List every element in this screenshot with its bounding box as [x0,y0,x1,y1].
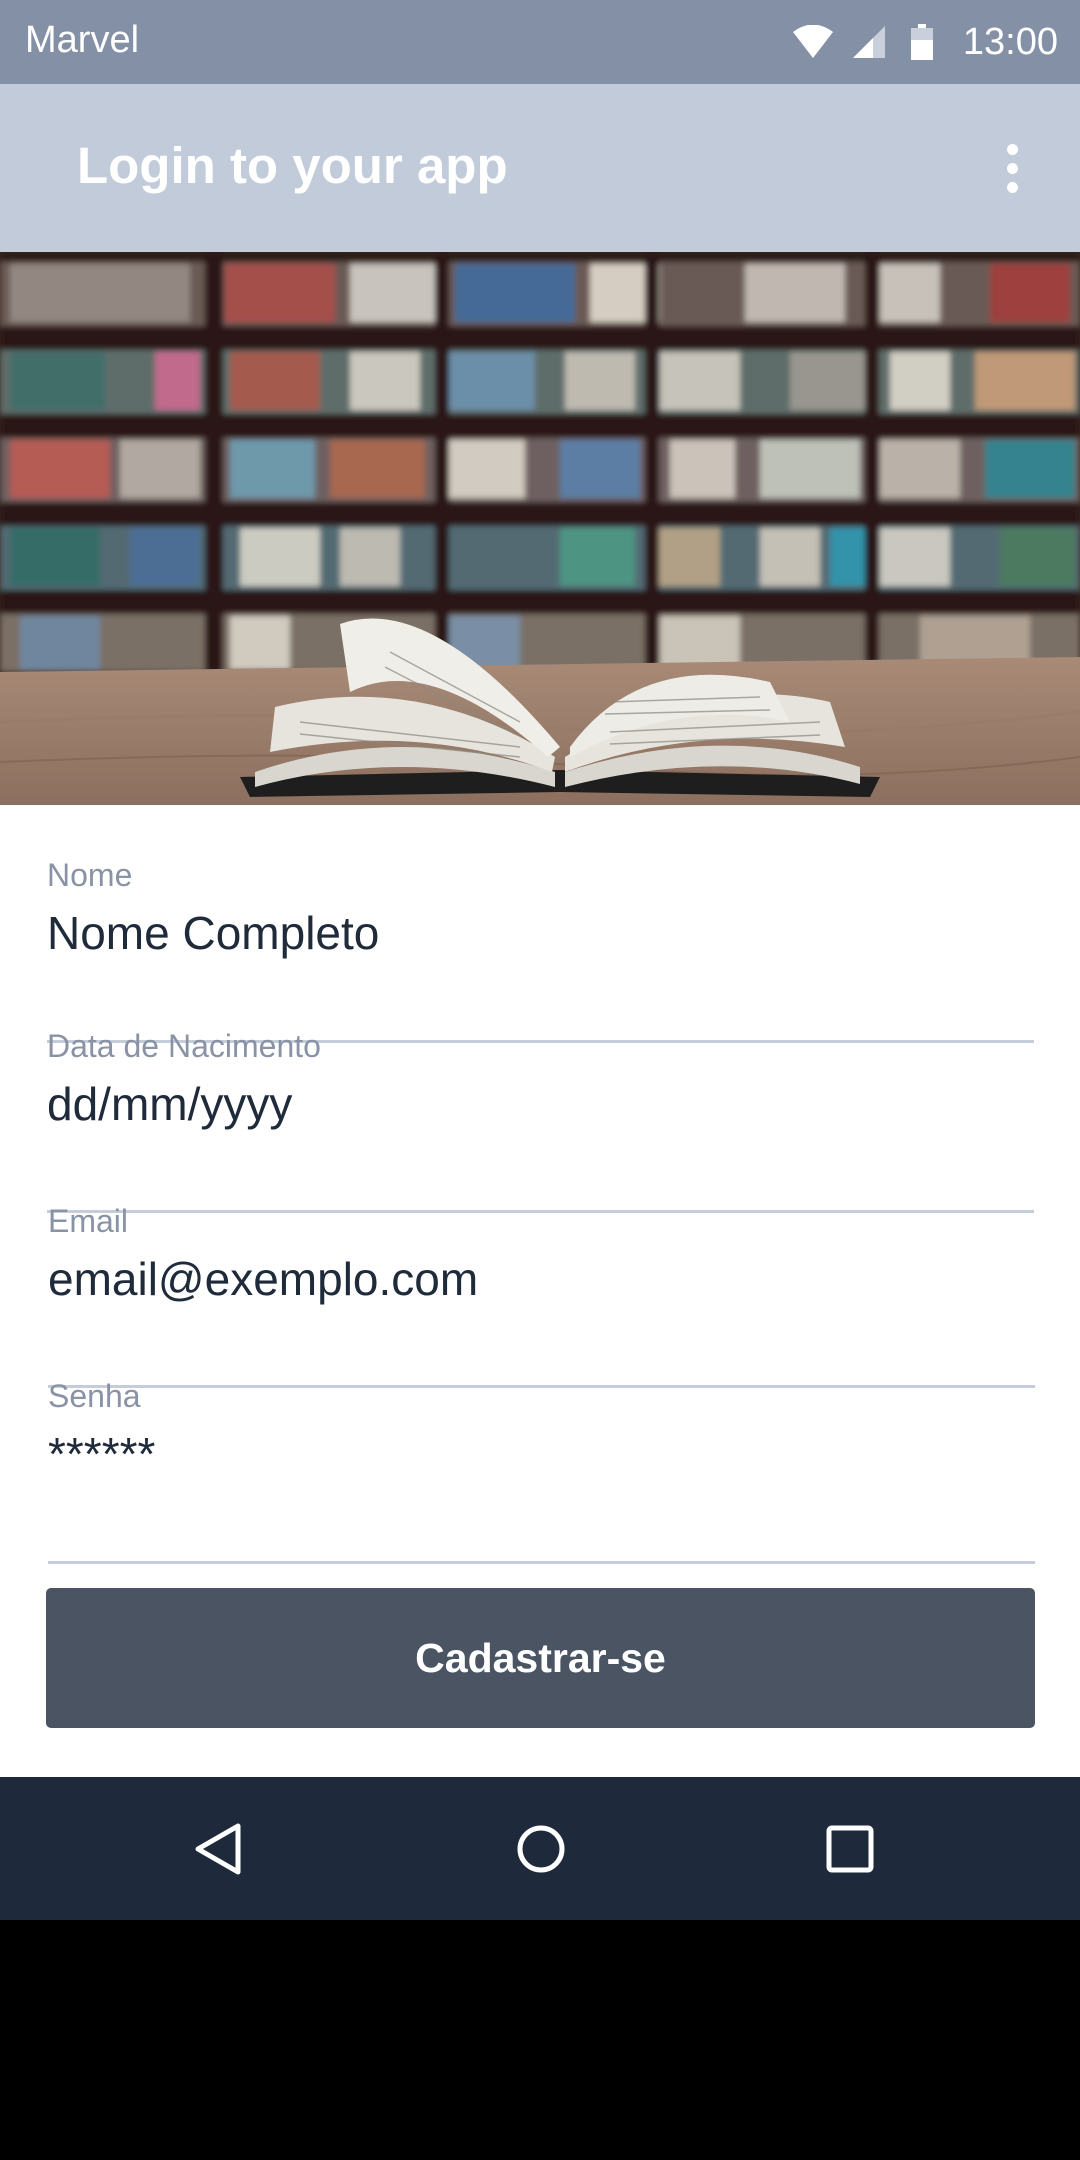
name-label: Nome [47,857,133,893]
name-field[interactable]: Nome Nome Completo [47,857,1034,1043]
more-vert-icon [1006,143,1018,155]
register-button[interactable]: Cadastrar-se [46,1588,1035,1728]
password-underline [48,1561,1035,1564]
more-vert-icon-dot [1006,181,1018,193]
battery-icon [910,24,933,60]
app-title: Login to your app [77,137,508,194]
name-input[interactable]: Nome Completo [47,906,1034,960]
status-icons: 13:00 [792,18,1058,66]
app-bar: Login to your app [0,84,1080,252]
open-book-library-illustration [0,252,1080,805]
clock: 13:00 [962,20,1058,63]
registration-form: Nome Nome Completo Data de Nacimento dd/… [0,805,1080,1777]
email-field[interactable]: Email email@exemplo.com [48,1203,1035,1388]
wifi-icon [792,25,833,58]
birthdate-label: Data de Nacimento [47,1028,321,1064]
status-bar: Marvel 13:00 [0,0,1080,84]
home-button[interactable] [499,1807,583,1891]
screen-bottom-area [0,1920,1080,2160]
recents-button[interactable] [808,1807,892,1891]
more-vert-icon-dot [1006,162,1018,174]
email-label: Email [48,1203,129,1239]
back-button[interactable] [176,1807,260,1891]
birthdate-input[interactable]: dd/mm/yyyy [47,1077,1034,1131]
recents-icon [826,1825,874,1873]
birthdate-field[interactable]: Data de Nacimento dd/mm/yyyy [47,1028,1034,1213]
hero-image [0,252,1080,805]
more-options-button[interactable] [976,128,1048,208]
email-input[interactable]: email@exemplo.com [48,1252,1035,1306]
home-icon [517,1825,565,1873]
cell-signal-icon [852,26,885,58]
carrier-name: Marvel [25,19,140,61]
password-input[interactable]: ****** [48,1427,1035,1481]
password-field[interactable]: Senha ****** [48,1378,1035,1564]
password-label: Senha [48,1378,141,1414]
back-icon [195,1823,241,1875]
navigation-bar [0,1777,1080,1920]
